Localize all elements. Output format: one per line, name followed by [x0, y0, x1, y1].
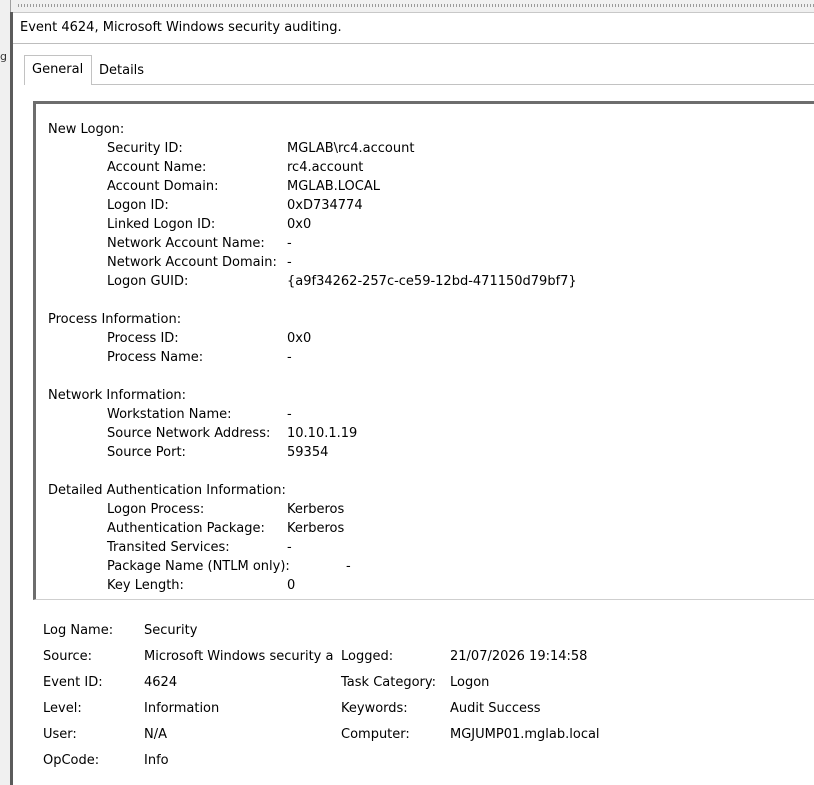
- task-category-label: Task Category:: [341, 675, 437, 690]
- field-label: Transited Services:: [107, 540, 230, 555]
- field-label: Linked Logon ID:: [107, 217, 216, 232]
- field-value: -: [346, 559, 351, 574]
- field-label: Process ID:: [107, 331, 179, 346]
- field-label: Account Name:: [107, 160, 207, 175]
- field-value: -: [287, 236, 292, 251]
- field-value: -: [287, 407, 292, 422]
- field-row: Transited Services: -: [48, 538, 292, 557]
- field-value: {a9f34262-257c-ce59-12bd-471150d79bf7}: [287, 274, 577, 289]
- tab-divider: [24, 84, 814, 85]
- event-description: New Logon: Security ID: MGLAB\rc4.account…: [48, 120, 577, 595]
- field-row: Process Name: -: [48, 348, 292, 367]
- field-row: Account Domain: MGLAB.LOCAL: [48, 177, 380, 196]
- computer-label: Computer:: [341, 727, 410, 742]
- field-label: Network Account Name:: [107, 236, 265, 251]
- field-value: -: [287, 350, 292, 365]
- field-label: Process Name:: [107, 350, 204, 365]
- field-row: Authentication Package: Kerberos: [48, 519, 344, 538]
- field-row: Security ID: MGLAB\rc4.account: [48, 139, 414, 158]
- source-value: Microsoft Windows security auditing.: [144, 649, 334, 664]
- field-label: Key Length:: [107, 578, 184, 593]
- field-value: MGLAB.LOCAL: [287, 179, 380, 194]
- event-header: Event 4624, Microsoft Windows security a…: [13, 12, 814, 44]
- field-value: 0xD734774: [287, 198, 363, 213]
- level-value: Information: [144, 701, 220, 716]
- section-auth-information: Detailed Authentication Information: Log…: [48, 481, 351, 595]
- field-value: rc4.account: [287, 160, 364, 175]
- field-label: Logon Process:: [107, 502, 205, 517]
- logged-label: Logged:: [341, 649, 394, 664]
- section-title: Network Information:: [48, 388, 187, 403]
- user-label: User:: [43, 727, 77, 742]
- field-value: MGLAB\rc4.account: [287, 141, 415, 156]
- field-row: Source Network Address: 10.10.1.19: [48, 424, 357, 443]
- field-label: Source Port:: [107, 445, 186, 460]
- field-label: Logon GUID:: [107, 274, 189, 289]
- event-title: Event 4624, Microsoft Windows security a…: [20, 20, 342, 35]
- splitter[interactable]: [10, 12, 13, 785]
- section-title: New Logon:: [48, 122, 125, 137]
- field-row: Network Account Domain: -: [48, 253, 292, 272]
- field-label: Workstation Name:: [107, 407, 232, 422]
- section-process-information: Process Information: Process ID: 0x0 Proc…: [48, 310, 311, 367]
- section-network-information: Network Information: Workstation Name: - …: [48, 386, 357, 462]
- field-value: 10.10.1.19: [287, 426, 358, 441]
- field-row: Network Account Name: -: [48, 234, 292, 253]
- field-label: Package Name (NTLM only):: [107, 559, 290, 574]
- opcode-value: Info: [144, 753, 169, 768]
- task-category-value: Logon: [450, 675, 490, 690]
- left-pane-clipped-text: g: [0, 50, 7, 63]
- logged-value: 21/07/2026 19:14:58: [450, 649, 588, 664]
- field-row: Workstation Name: -: [48, 405, 292, 424]
- section-new-logon: New Logon: Security ID: MGLAB\rc4.account…: [48, 120, 577, 291]
- section-title: Detailed Authentication Information:: [48, 483, 286, 498]
- computer-value: MGJUMP01.mglab.local: [450, 727, 600, 742]
- tab-details[interactable]: Details: [92, 58, 150, 85]
- log-name-value: Security: [144, 623, 198, 638]
- opcode-label: OpCode:: [43, 753, 100, 768]
- keywords-label: Keywords:: [341, 701, 408, 716]
- field-row: Key Length: 0: [48, 576, 295, 595]
- user-value: N/A: [144, 727, 167, 742]
- log-name-label: Log Name:: [43, 623, 114, 638]
- field-label: Logon ID:: [107, 198, 169, 213]
- field-value: 59354: [287, 445, 329, 460]
- field-value: 0x0: [287, 331, 312, 346]
- field-row: Logon ID: 0xD734774: [48, 196, 363, 215]
- field-row: Logon Process: Kerberos: [48, 500, 344, 519]
- field-value: Kerberos: [287, 502, 345, 517]
- event-id-value: 4624: [144, 675, 178, 690]
- field-row: Package Name (NTLM only): -: [48, 557, 351, 576]
- section-title: Process Information:: [48, 312, 182, 327]
- keywords-value: Audit Success: [450, 701, 541, 716]
- field-label: Account Domain:: [107, 179, 219, 194]
- field-row: Linked Logon ID: 0x0: [48, 215, 311, 234]
- tab-general[interactable]: General: [24, 55, 92, 85]
- field-row: Logon GUID: {a9f34262-257c-ce59-12bd-4711…: [48, 272, 577, 291]
- event-description-box[interactable]: New Logon: Security ID: MGLAB\rc4.account…: [33, 101, 814, 600]
- field-label: Source Network Address:: [107, 426, 271, 441]
- event-id-label: Event ID:: [43, 675, 103, 690]
- field-label: Authentication Package:: [107, 521, 265, 536]
- field-value: -: [287, 255, 292, 270]
- field-value: Kerberos: [287, 521, 345, 536]
- field-label: Network Account Domain:: [107, 255, 277, 270]
- source-label: Source:: [43, 649, 93, 664]
- field-label: Security ID:: [107, 141, 183, 156]
- level-label: Level:: [43, 701, 82, 716]
- field-row: Account Name: rc4.account: [48, 158, 363, 177]
- field-value: 0x0: [287, 217, 312, 232]
- field-value: 0: [287, 578, 296, 593]
- field-row: Process ID: 0x0: [48, 329, 311, 348]
- toolbar-grip: [18, 4, 814, 7]
- field-value: -: [287, 540, 292, 555]
- field-row: Source Port: 59354: [48, 443, 328, 462]
